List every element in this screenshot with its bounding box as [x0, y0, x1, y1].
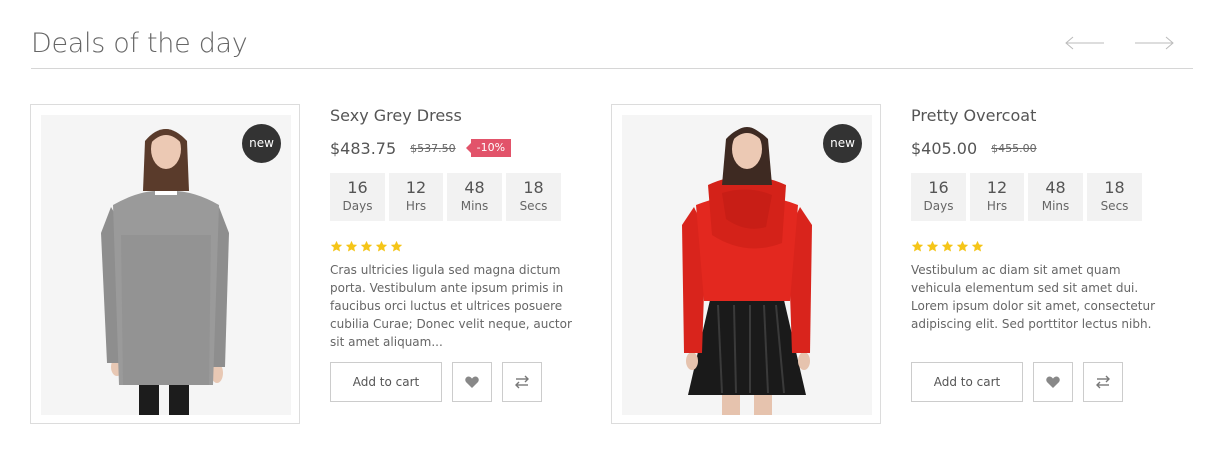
- heart-icon: [465, 376, 479, 388]
- deal-countdown: 16 Days 12 Hrs 48 Mins 18 Secs: [330, 173, 610, 221]
- section-title: Deals of the day: [31, 28, 248, 59]
- compare-arrows-icon: [515, 375, 529, 389]
- star-icon: [330, 240, 343, 252]
- countdown-mins-label: Mins: [460, 199, 489, 213]
- compare-button[interactable]: [502, 362, 542, 402]
- countdown-days-label: Days: [923, 199, 954, 213]
- countdown-hours: 12 Hrs: [970, 173, 1024, 221]
- wishlist-button[interactable]: [1033, 362, 1073, 402]
- compare-button[interactable]: [1083, 362, 1123, 402]
- countdown-days: 16 Days: [911, 173, 966, 221]
- product-actions: Add to cart: [911, 362, 1123, 402]
- countdown-mins: 48 Mins: [1028, 173, 1083, 221]
- countdown-days-value: 16: [347, 178, 368, 197]
- star-icon: [956, 240, 969, 252]
- countdown-hours-value: 12: [405, 178, 427, 197]
- countdown-mins-label: Mins: [1041, 199, 1070, 213]
- product-card: new Sexy Grey Dress $483.75 $537.50 -10%…: [30, 104, 610, 424]
- add-to-cart-button[interactable]: Add to cart: [330, 362, 442, 402]
- countdown-secs: 18 Secs: [506, 173, 561, 221]
- arrow-left-icon: [1065, 36, 1104, 50]
- star-icon: [345, 240, 358, 252]
- star-icon: [971, 240, 984, 252]
- countdown-secs: 18 Secs: [1087, 173, 1142, 221]
- rating-stars: [911, 240, 1191, 256]
- product-actions: Add to cart: [330, 362, 542, 402]
- current-price: $405.00: [911, 138, 978, 158]
- countdown-mins: 48 Mins: [447, 173, 502, 221]
- countdown-secs-label: Secs: [1100, 199, 1129, 213]
- add-to-cart-button[interactable]: Add to cart: [911, 362, 1023, 402]
- countdown-days: 16 Days: [330, 173, 385, 221]
- countdown-days-label: Days: [342, 199, 373, 213]
- countdown-hours-label: Hrs: [405, 199, 427, 213]
- heart-icon: [1046, 376, 1060, 388]
- price-row: $405.00 $455.00: [911, 137, 1191, 159]
- countdown-mins-value: 48: [1045, 178, 1066, 197]
- countdown-hours: 12 Hrs: [389, 173, 443, 221]
- deal-countdown: 16 Days 12 Hrs 48 Mins 18 Secs: [911, 173, 1191, 221]
- star-icon: [911, 240, 924, 252]
- countdown-hours-label: Hrs: [986, 199, 1008, 213]
- wishlist-button[interactable]: [452, 362, 492, 402]
- star-icon: [941, 240, 954, 252]
- product-description: Vestibulum ac diam sit amet quam vehicul…: [911, 263, 1156, 331]
- old-price: $537.50: [410, 141, 456, 155]
- countdown-secs-value: 18: [523, 178, 544, 197]
- title-divider: [31, 68, 1193, 69]
- star-icon: [375, 240, 388, 252]
- product-card: new Pretty Overcoat $405.00 $455.00 16 D…: [611, 104, 1191, 424]
- countdown-secs-value: 18: [1104, 178, 1125, 197]
- arrow-right-icon: [1135, 36, 1174, 50]
- new-badge: new: [242, 124, 281, 163]
- price-row: $483.75 $537.50 -10%: [330, 137, 610, 159]
- product-info: Sexy Grey Dress $483.75 $537.50 -10% 16 …: [330, 104, 610, 351]
- countdown-secs-label: Secs: [519, 199, 548, 213]
- product-info: Pretty Overcoat $405.00 $455.00 16 Days …: [911, 104, 1191, 333]
- countdown-days-value: 16: [928, 178, 949, 197]
- new-badge: new: [823, 124, 862, 163]
- current-price: $483.75: [330, 138, 397, 158]
- product-image-link[interactable]: new: [611, 104, 881, 424]
- product-description: Cras ultricies ligula sed magna dictum p…: [330, 263, 572, 349]
- old-price: $455.00: [991, 141, 1037, 155]
- rating-stars: [330, 240, 610, 256]
- product-name-link[interactable]: Sexy Grey Dress: [330, 106, 610, 128]
- star-icon: [360, 240, 373, 252]
- carousel-next-button[interactable]: [1134, 34, 1174, 52]
- star-icon: [390, 240, 403, 252]
- discount-badge: -10%: [465, 139, 512, 157]
- product-name-link[interactable]: Pretty Overcoat: [911, 106, 1191, 128]
- carousel-prev-button[interactable]: [1065, 34, 1105, 52]
- countdown-mins-value: 48: [464, 178, 485, 197]
- product-image-link[interactable]: new: [30, 104, 300, 424]
- compare-arrows-icon: [1096, 375, 1110, 389]
- star-icon: [926, 240, 939, 252]
- countdown-hours-value: 12: [986, 178, 1008, 197]
